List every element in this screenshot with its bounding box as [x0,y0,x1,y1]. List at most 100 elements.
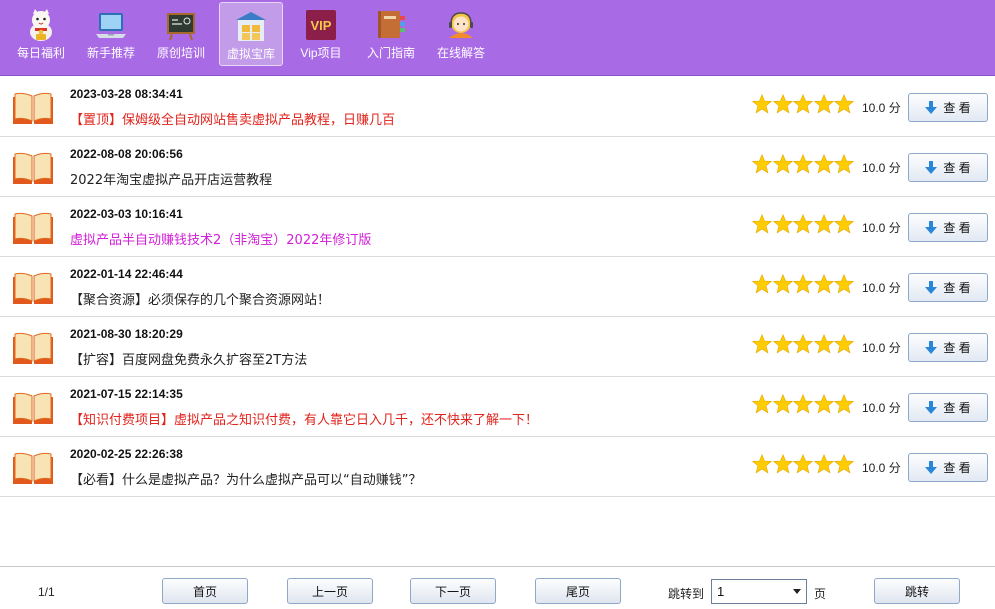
item-date: 2022-01-14 22:46:44 [70,267,183,281]
star-icon [813,394,834,414]
star-rating [751,154,855,178]
book-icon [12,151,54,185]
star-icon [813,154,834,174]
item-title-link[interactable]: 虚拟产品半自动赚钱技术2（非淘宝）2022年修订版 [70,229,371,248]
star-icon [813,334,834,354]
star-icon [833,454,855,474]
nav-item-3[interactable]: 虚拟宝库 [219,2,283,66]
book-icon [12,451,54,485]
nav-item-2[interactable]: 原创培训 [146,2,216,66]
list-item: 2022-08-08 20:06:56 2022年淘宝虚拟产品开店运营教程 10.0… [0,137,995,197]
star-rating [751,94,855,118]
nav-item-label: 原创培训 [156,46,205,60]
page-info: 1/1 [38,585,55,599]
book-icon [12,271,54,305]
nav-item-5[interactable]: 入门指南 [356,2,426,66]
star-rating [751,454,855,478]
nav-item-label: 在线解答 [436,46,485,60]
star-icon [751,214,773,234]
view-button[interactable]: 查 看 [908,333,988,362]
star-icon [833,94,855,114]
star-icon [772,334,793,354]
item-date: 2023-03-28 08:34:41 [70,87,183,101]
first-page-button[interactable]: 首页 [162,578,248,604]
star-icon [751,94,773,114]
view-button-label: 查 看 [943,221,971,235]
star-icon [792,334,814,354]
star-icon [813,94,834,114]
prev-page-button[interactable]: 上一页 [287,578,373,604]
item-score: 10.0 分 [862,161,901,175]
star-rating [751,274,855,298]
star-icon [772,214,793,234]
nav-item-label: 新手推荐 [86,46,135,60]
item-date: 2022-03-03 10:16:41 [70,207,183,221]
star-icon [792,274,814,294]
nav-item-1[interactable]: 新手推荐 [76,2,146,66]
view-button[interactable]: 查 看 [908,273,988,302]
star-icon [772,94,793,114]
star-rating [751,334,855,358]
jump-label: 跳转到 [668,587,705,601]
star-icon [792,394,814,414]
page-select[interactable]: 1 [711,579,807,604]
next-page-button[interactable]: 下一页 [410,578,496,604]
star-rating [751,214,855,238]
star-icon [751,454,773,474]
list-item: 2022-01-14 22:46:44 【聚合资源】必须保存的几个聚合资源网站！ 1… [0,257,995,317]
book-icon [12,91,54,125]
item-title-link[interactable]: 【必看】什么是虚拟产品？为什么虚拟产品可以“自动赚钱”？ [70,469,421,488]
star-icon [751,394,773,414]
star-icon [833,394,855,414]
item-score: 10.0 分 [862,401,901,415]
star-icon [833,154,855,174]
nav-item-6[interactable]: 在线解答 [426,2,496,66]
view-button[interactable]: 查 看 [908,393,988,422]
view-button[interactable]: 查 看 [908,213,988,242]
item-title-link[interactable]: 【聚合资源】必须保存的几个聚合资源网站！ [70,289,330,308]
list-item: 2021-08-30 18:20:29 【扩容】百度网盘免费永久扩容至2T方法 10… [0,317,995,377]
item-score: 10.0 分 [862,281,901,295]
jump-button[interactable]: 跳转 [874,578,960,604]
nav-item-label: Vip项目 [300,46,342,60]
star-icon [772,394,793,414]
item-score: 10.0 分 [862,221,901,235]
download-arrow-icon [925,220,938,235]
star-rating [751,394,855,418]
last-page-button[interactable]: 尾页 [535,578,621,604]
page-unit-label: 页 [814,587,827,601]
download-arrow-icon [925,100,938,115]
item-title-link[interactable]: 2022年淘宝虚拟产品开店运营教程 [70,169,272,188]
item-title-link[interactable]: 【扩容】百度网盘免费永久扩容至2T方法 [70,349,307,368]
download-arrow-icon [925,280,938,295]
star-icon [772,274,793,294]
view-button-label: 查 看 [943,341,971,355]
item-title-link[interactable]: 【知识付费项目】虚拟产品之知识付费，有人靠它日入几千，还不快来了解一下！ [70,409,538,428]
star-icon [792,154,814,174]
view-button[interactable]: 查 看 [908,453,988,482]
chevron-down-icon[interactable] [790,582,804,601]
item-score: 10.0 分 [862,341,901,355]
item-date: 2021-07-15 22:14:35 [70,387,183,401]
download-arrow-icon [925,160,938,175]
nav-item-label: 入门指南 [366,46,415,60]
view-button[interactable]: 查 看 [908,93,988,122]
item-title-link[interactable]: 【置顶】保姆级全自动网站售卖虚拟产品教程，日赚几百 [70,109,395,128]
support-agent-icon [444,8,478,42]
star-icon [792,214,814,234]
view-button-label: 查 看 [943,461,971,475]
top-navigation-bar: 每日福利 新手推荐 原创培训 虚拟宝库 VIP Vip项目 入门指南 在线解答 [0,0,995,76]
page-select-value: 1 [717,584,725,599]
pagination-bar: 1/1 首页 上一页 下一页 尾页 跳转到 1 页 跳转 [0,566,995,609]
item-score: 10.0 分 [862,101,901,115]
nav-menu: 每日福利 新手推荐 原创培训 虚拟宝库 VIP Vip项目 入门指南 在线解答 [6,1,496,75]
star-icon [772,454,793,474]
vip-icon: VIP [304,8,338,42]
star-icon [833,274,855,294]
star-icon [833,214,855,234]
nav-item-4[interactable]: VIP Vip项目 [286,2,356,66]
nav-item-label: 虚拟宝库 [226,47,275,61]
view-button[interactable]: 查 看 [908,153,988,182]
nav-item-0[interactable]: 每日福利 [6,2,76,66]
book-icon [12,331,54,365]
